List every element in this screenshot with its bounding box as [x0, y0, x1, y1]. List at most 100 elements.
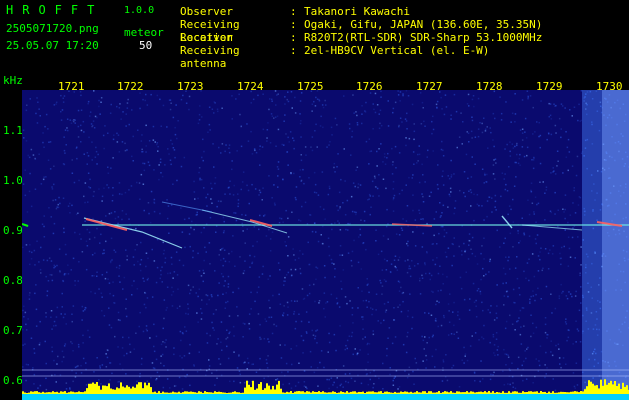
noise-speck — [294, 327, 297, 330]
noise-speck — [422, 339, 425, 342]
noise-speck — [161, 175, 164, 178]
noise-speck — [487, 309, 489, 311]
noise-speck — [290, 91, 293, 93]
noise-speck — [369, 371, 372, 374]
noise-speck — [92, 195, 95, 197]
noise-speck — [86, 152, 89, 154]
noise-speck — [112, 157, 114, 159]
noise-speck — [436, 183, 439, 186]
histogram-bar — [608, 382, 610, 394]
noise-speck — [518, 157, 521, 160]
noise-speck — [545, 285, 548, 288]
noise-speck — [395, 233, 398, 235]
noise-speck — [111, 258, 113, 261]
noise-speck — [509, 383, 511, 386]
noise-speck — [574, 212, 577, 214]
histogram-bar — [82, 392, 84, 394]
noise-speck — [187, 284, 190, 287]
noise-speck — [441, 380, 444, 382]
histogram-bar — [504, 392, 506, 394]
noise-speck — [241, 222, 243, 225]
noise-speck — [524, 350, 526, 352]
noise-speck — [333, 166, 335, 169]
noise-speck — [420, 218, 422, 220]
noise-speck — [151, 248, 153, 251]
noise-speck — [74, 366, 77, 369]
noise-speck — [331, 262, 333, 264]
noise-speck — [423, 120, 425, 123]
histogram-bar — [342, 392, 344, 394]
noise-speck — [359, 234, 362, 236]
noise-speck — [413, 130, 416, 133]
noise-speck — [517, 230, 519, 232]
histogram-bar — [624, 386, 626, 394]
histogram-bar — [144, 382, 146, 394]
noise-speck — [232, 235, 234, 237]
noise-speck — [440, 225, 443, 228]
noise-speck — [436, 243, 438, 245]
noise-speck — [210, 198, 212, 200]
noise-speck — [547, 132, 550, 134]
noise-speck — [65, 388, 68, 390]
noise-speck — [231, 95, 233, 97]
noise-speck — [574, 295, 577, 297]
noise-speck — [304, 146, 307, 148]
noise-speck — [328, 254, 331, 257]
noise-speck — [375, 309, 377, 311]
noise-speck — [275, 325, 278, 327]
histogram-bar — [124, 387, 126, 394]
noise-speck — [379, 279, 381, 282]
noise-speck — [271, 115, 274, 117]
noise-speck — [196, 211, 198, 214]
noise-speck — [290, 348, 292, 350]
noise-speck — [67, 264, 69, 266]
noise-speck — [392, 384, 395, 386]
noise-speck — [561, 292, 563, 294]
y-tick: 0.6 — [3, 374, 23, 387]
noise-speck — [447, 334, 450, 336]
noise-speck — [118, 267, 120, 270]
noise-speck — [66, 118, 69, 120]
noise-speck — [159, 161, 162, 164]
noise-speck — [99, 365, 101, 367]
noise-speck — [424, 336, 426, 338]
noise-speck — [150, 93, 152, 96]
noise-speck — [415, 362, 418, 364]
noise-speck — [196, 371, 199, 373]
noise-speck — [101, 310, 103, 312]
noise-speck — [261, 146, 264, 148]
noise-speck — [374, 177, 376, 179]
noise-speck — [255, 371, 258, 373]
noise-speck — [163, 317, 165, 320]
noise-speck — [126, 102, 129, 104]
info-separator: : — [290, 31, 297, 44]
noise-speck — [373, 383, 375, 385]
noise-speck — [132, 160, 134, 162]
noise-speck — [485, 273, 487, 276]
noise-speck — [279, 269, 281, 271]
noise-speck — [98, 105, 100, 108]
histogram-bar — [312, 391, 314, 394]
noise-speck — [385, 225, 388, 228]
noise-speck — [414, 219, 417, 221]
noise-speck — [193, 180, 195, 183]
noise-speck — [411, 327, 413, 330]
noise-speck — [96, 271, 98, 273]
y-tick: 1.1 — [3, 124, 23, 137]
noise-speck — [210, 294, 213, 296]
noise-speck — [296, 300, 298, 302]
noise-speck — [30, 148, 33, 151]
noise-speck — [77, 125, 80, 128]
noise-speck — [548, 116, 550, 118]
noise-speck — [143, 162, 146, 165]
noise-speck — [49, 168, 52, 170]
noise-speck — [342, 202, 344, 204]
noise-speck — [51, 279, 54, 282]
noise-speck — [251, 363, 253, 366]
noise-speck — [87, 102, 89, 105]
noise-speck — [440, 96, 442, 99]
noise-speck — [100, 292, 103, 294]
noise-speck — [483, 182, 485, 184]
noise-speck — [110, 103, 112, 106]
histogram-bar — [588, 380, 590, 394]
